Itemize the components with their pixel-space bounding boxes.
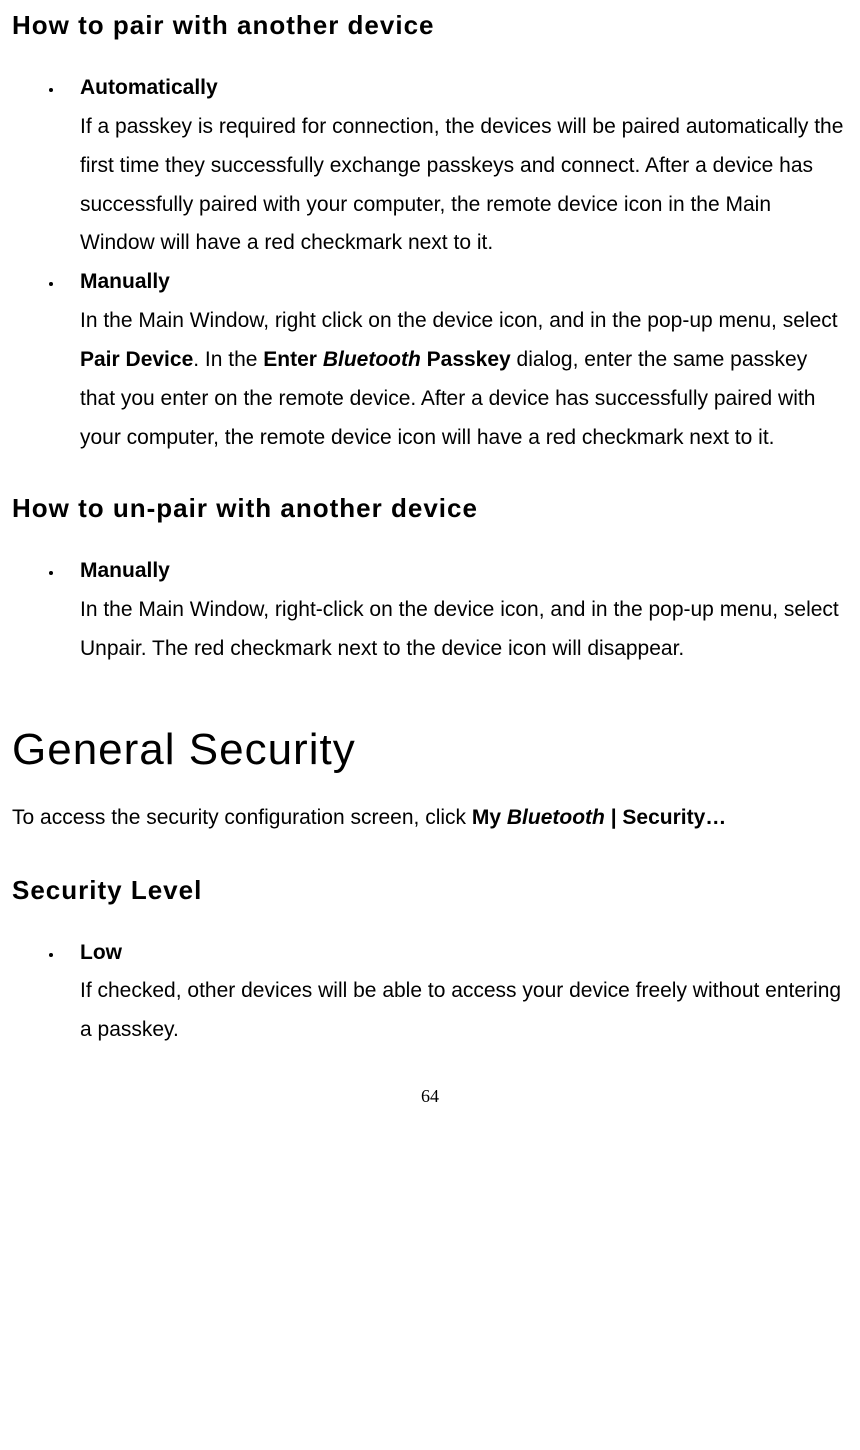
item-body: In the Main Window, right click on the d…: [80, 309, 838, 449]
page-number: 64: [12, 1086, 848, 1107]
list-item: Automatically If a passkey is required f…: [64, 69, 848, 263]
item-title: Low: [80, 941, 122, 964]
heading-unpair: How to un-pair with another device: [12, 493, 848, 524]
item-title: Manually: [80, 270, 170, 293]
item-title: Automatically: [80, 76, 218, 99]
list-item: Low If checked, other devices will be ab…: [64, 934, 848, 1051]
list-item: Manually In the Main Window, right click…: [64, 263, 848, 457]
intro-security: To access the security configuration scr…: [12, 801, 848, 835]
item-body: If a passkey is required for connection,…: [80, 115, 843, 255]
item-body: In the Main Window, right-click on the d…: [80, 598, 839, 660]
item-title: Manually: [80, 559, 170, 582]
heading-pair: How to pair with another device: [12, 10, 848, 41]
list-pair: Automatically If a passkey is required f…: [12, 69, 848, 457]
list-security-level: Low If checked, other devices will be ab…: [12, 934, 848, 1051]
heading-general-security: General Security: [12, 725, 848, 775]
item-body: If checked, other devices will be able t…: [80, 979, 841, 1041]
list-item: Manually In the Main Window, right-click…: [64, 552, 848, 669]
heading-security-level: Security Level: [12, 875, 848, 906]
list-unpair: Manually In the Main Window, right-click…: [12, 552, 848, 669]
